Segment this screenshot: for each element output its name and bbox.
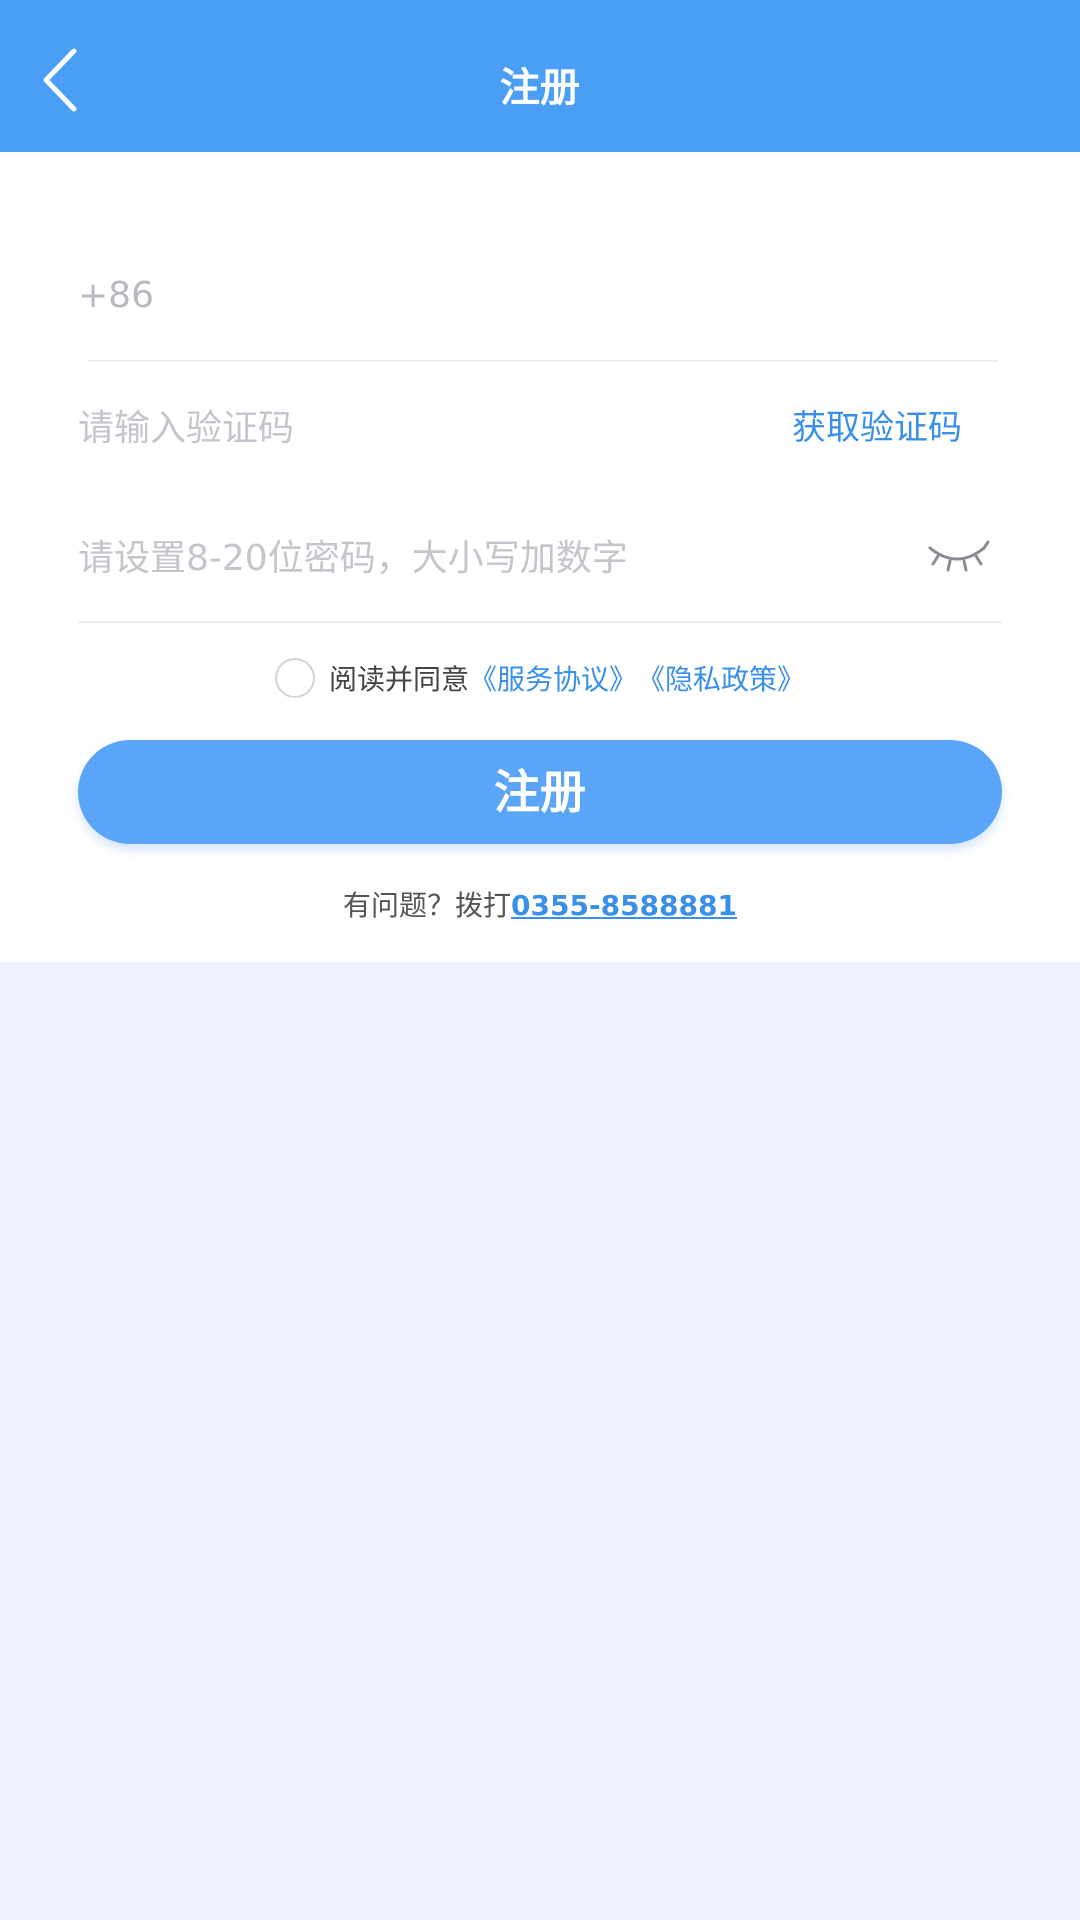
help-phone-link[interactable]: 0355-8588881	[511, 889, 737, 922]
agreement-prefix: 阅读并同意	[328, 663, 469, 696]
page-title: 注册	[500, 65, 580, 111]
password-visibility-toggle[interactable]	[924, 530, 990, 580]
eye-closed-icon	[928, 540, 990, 572]
help-prefix: 有问题？拨打	[343, 889, 512, 922]
verification-code-input[interactable]	[78, 378, 678, 478]
phone-divider	[88, 360, 998, 362]
password-field-row	[78, 508, 1002, 608]
code-field-row: 获取验证码	[78, 378, 1002, 478]
agreement-row: 阅读并同意 《服务协议》 《隐私政策》	[0, 652, 1080, 704]
country-code-prefix[interactable]: +86	[78, 246, 154, 346]
get-code-button[interactable]: 获取验证码	[792, 378, 962, 478]
privacy-policy-link[interactable]: 《隐私政策》	[637, 658, 805, 698]
top-nav-bar: 注册	[0, 0, 1080, 152]
service-agreement-link[interactable]: 《服务协议》	[469, 658, 637, 698]
phone-input[interactable]	[166, 246, 986, 346]
help-row: 有问题？拨打0355-8588881	[0, 884, 1080, 924]
phone-field-row: +86	[78, 246, 1002, 346]
password-divider	[78, 621, 1002, 623]
agreement-checkbox[interactable]	[274, 658, 315, 698]
password-input[interactable]	[78, 508, 858, 608]
register-button[interactable]: 注册	[78, 740, 1002, 844]
